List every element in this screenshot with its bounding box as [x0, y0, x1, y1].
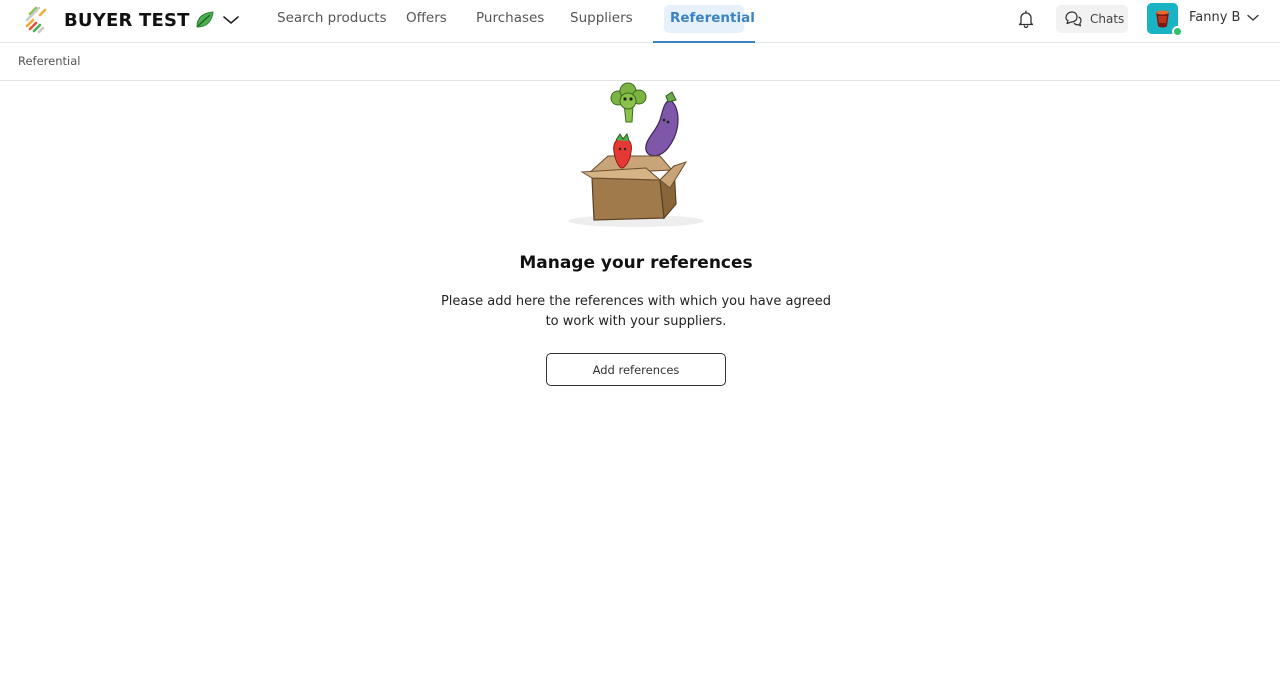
brand-name: BUYER TEST	[64, 9, 190, 31]
bell-icon[interactable]	[1016, 9, 1036, 29]
empty-state-description: Please add here the references with whic…	[440, 294, 832, 329]
user-name[interactable]: Fanny B	[1189, 10, 1240, 25]
vegetables-box-illustration	[568, 82, 704, 227]
chats-label: Chats	[1090, 12, 1125, 26]
user-menu-chevron-down-icon[interactable]	[1247, 14, 1259, 22]
nav-purchases[interactable]: Purchases	[476, 0, 544, 43]
empty-state-title: Manage your references	[519, 253, 753, 273]
top-navigation-bar: BUYER TEST Search products Offers Purcha…	[0, 0, 1280, 43]
chat-bubbles-icon	[1065, 11, 1082, 27]
account-switcher[interactable]: BUYER TEST	[24, 5, 239, 35]
chevron-down-icon	[222, 16, 239, 25]
breadcrumb: Referential	[18, 54, 81, 68]
add-references-button[interactable]: Add references	[546, 353, 726, 386]
breadcrumb-bar: Referential	[0, 43, 1280, 81]
nav-search-products[interactable]: Search products	[277, 0, 387, 43]
online-status-indicator	[1172, 26, 1183, 37]
leaf-icon	[196, 11, 214, 28]
nav-offers[interactable]: Offers	[406, 0, 447, 43]
brand-logo-icon	[25, 6, 47, 34]
nav-suppliers[interactable]: Suppliers	[570, 0, 633, 43]
chats-button[interactable]: Chats	[1056, 5, 1128, 33]
nav-referential[interactable]: Referential	[670, 0, 755, 43]
